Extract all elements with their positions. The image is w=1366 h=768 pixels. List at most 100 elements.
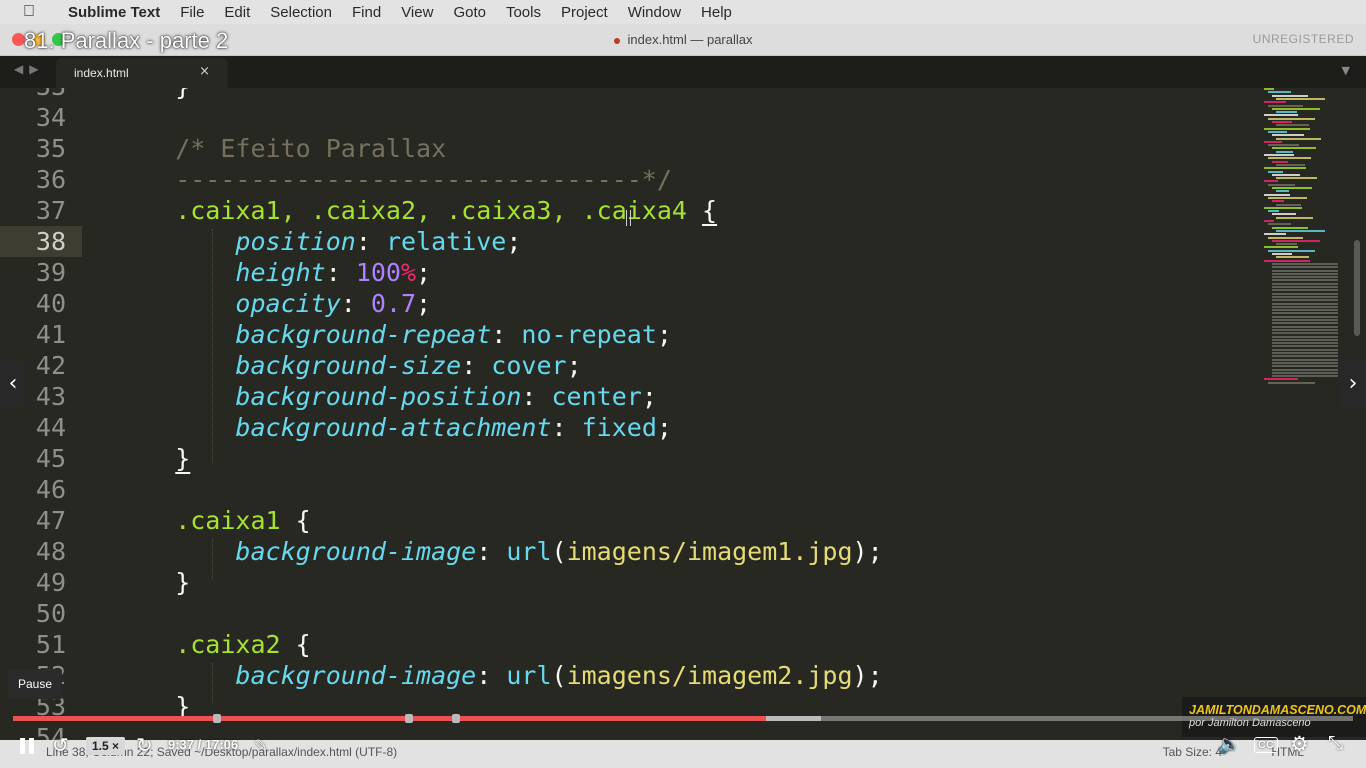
minimap-line [1276, 124, 1309, 127]
menu-edit[interactable]: Edit [214, 4, 260, 21]
chapter-marker[interactable] [452, 714, 460, 723]
notes-icon[interactable]: ✎ [254, 736, 267, 756]
cc-icon[interactable]: CC [1254, 737, 1278, 753]
minimap-line [1264, 127, 1310, 130]
minimap-line [1272, 365, 1338, 368]
menu-view[interactable]: View [391, 4, 443, 21]
minimap-line [1268, 130, 1287, 133]
line-number-gutter: 3334353637383940414243444546474849505152… [0, 88, 90, 740]
code-line[interactable]: background-image: url(imagens/imagem2.jp… [115, 660, 882, 691]
menu-project[interactable]: Project [551, 4, 618, 21]
code-token: -------------------------------*/ [115, 165, 672, 194]
code-line[interactable]: background-size: cover; [115, 350, 582, 381]
volume-icon[interactable]: 🔈 [1218, 734, 1240, 755]
code-line[interactable]: background-position: center; [115, 381, 657, 412]
minimap-line [1264, 180, 1278, 183]
gear-icon[interactable]: ⚙ [1290, 732, 1309, 757]
minimap-line [1264, 167, 1306, 170]
code-line[interactable]: } [115, 567, 190, 598]
video-progress-bar[interactable] [13, 714, 1353, 723]
code-token: background-attachment [115, 413, 552, 442]
video-controls: ↺ 1.5 × ↻ 9:37 / 17:06 ✎ 🔈 CC ⚙ ⤡ [0, 730, 1366, 762]
tab-index-html[interactable]: index.html × [56, 58, 228, 88]
menu-app[interactable]: Sublime Text [58, 4, 170, 21]
menu-file[interactable]: File [170, 4, 214, 21]
code-line[interactable]: background-attachment: fixed; [115, 412, 672, 443]
code-token: ; [566, 351, 582, 380]
fullscreen-icon[interactable]: ⤡ [1328, 733, 1343, 755]
menu-window[interactable]: Window [618, 4, 691, 21]
indent-guide [212, 663, 213, 703]
code-token: { [295, 630, 311, 659]
menu-goto[interactable]: Goto [443, 4, 496, 21]
code-token: ; [641, 382, 657, 411]
playback-speed-button[interactable]: 1.5 × [86, 737, 126, 755]
tab-close-icon[interactable]: × [199, 64, 210, 79]
chapter-marker[interactable] [405, 714, 413, 723]
code-line[interactable]: } [115, 88, 190, 102]
tab-dropdown-icon[interactable]: ▼ [1342, 64, 1350, 77]
menu-tools[interactable]: Tools [496, 4, 551, 21]
code-token: .caixa1, .caixa2, .caixa3, .caixa4 [115, 196, 702, 225]
minimap-line [1272, 282, 1338, 285]
line-number: 46 [35, 475, 66, 504]
menu-selection[interactable]: Selection [260, 4, 342, 21]
minimap-line [1268, 104, 1303, 107]
code-line[interactable]: /* Efeito Parallax [115, 133, 446, 164]
chevron-right-icon[interactable]: › [1340, 360, 1366, 408]
code-token: fixed [581, 413, 657, 442]
code-line[interactable]: position: relative; [115, 226, 521, 257]
video-title: 81. Parallax - parte 2 [24, 28, 229, 53]
code-line[interactable]: -------------------------------*/ [115, 164, 672, 195]
progress-played [13, 716, 766, 721]
pause-icon[interactable] [20, 738, 36, 754]
code-token: background-repeat [115, 320, 492, 349]
code-token: background-image [115, 537, 477, 566]
minimap-line [1272, 276, 1338, 279]
code-line[interactable]: } [115, 443, 190, 474]
minimap-line [1272, 375, 1338, 378]
code-line[interactable]: .caixa1 { [115, 505, 310, 536]
minimap-line [1272, 200, 1284, 203]
minimap-line [1272, 134, 1304, 137]
code-area[interactable]: } /* Efeito Parallax -------------------… [90, 88, 1260, 740]
minimap-line [1276, 243, 1297, 246]
code-line[interactable]: opacity: 0.7; [115, 288, 431, 319]
code-line[interactable]: background-repeat: no-repeat; [115, 319, 672, 350]
minimap-line [1264, 140, 1282, 143]
chapter-marker[interactable] [213, 714, 221, 723]
minimap-line [1264, 101, 1286, 104]
menu-find[interactable]: Find [342, 4, 391, 21]
tab-label: index.html [74, 66, 129, 80]
code-line[interactable]: background-image: url(imagens/imagem1.jp… [115, 536, 882, 567]
code-token: no-repeat [521, 320, 657, 349]
minimap-line [1272, 342, 1338, 345]
code-token: url [506, 537, 552, 566]
line-number: 41 [35, 320, 66, 349]
code-token: .caixa2 [115, 630, 296, 659]
minimap-line [1272, 322, 1338, 325]
code-token: : [491, 320, 522, 349]
code-line[interactable]: height: 100%; [115, 257, 431, 288]
minimap-line [1276, 97, 1325, 100]
code-token: : [476, 661, 507, 690]
minimap-line [1272, 348, 1338, 351]
forward-icon[interactable]: ↻ [136, 733, 153, 758]
menu-help[interactable]: Help [691, 4, 742, 21]
code-token: imagens/imagem2.jpg [566, 661, 853, 690]
minimap-line [1268, 157, 1311, 160]
tab-nav-arrows-icon[interactable]: ◀▶ [14, 62, 44, 76]
minimap-line [1268, 117, 1315, 120]
chevron-left-icon[interactable]: ‹ [0, 360, 26, 408]
minimap[interactable] [1262, 88, 1348, 388]
vertical-scrollbar[interactable] [1354, 240, 1360, 336]
rewind-icon[interactable]: ↺ [52, 733, 69, 758]
minimap-line [1272, 368, 1338, 371]
mouse-ibeam-cursor [626, 210, 631, 226]
code-editor[interactable]: 3334353637383940414243444546474849505152… [0, 88, 1366, 740]
line-number: 38 [0, 226, 82, 257]
code-line[interactable]: .caixa2 { [115, 629, 311, 660]
apple-icon[interactable]:  [0, 3, 58, 21]
code-token: : [340, 289, 371, 318]
code-token: : [325, 258, 356, 287]
